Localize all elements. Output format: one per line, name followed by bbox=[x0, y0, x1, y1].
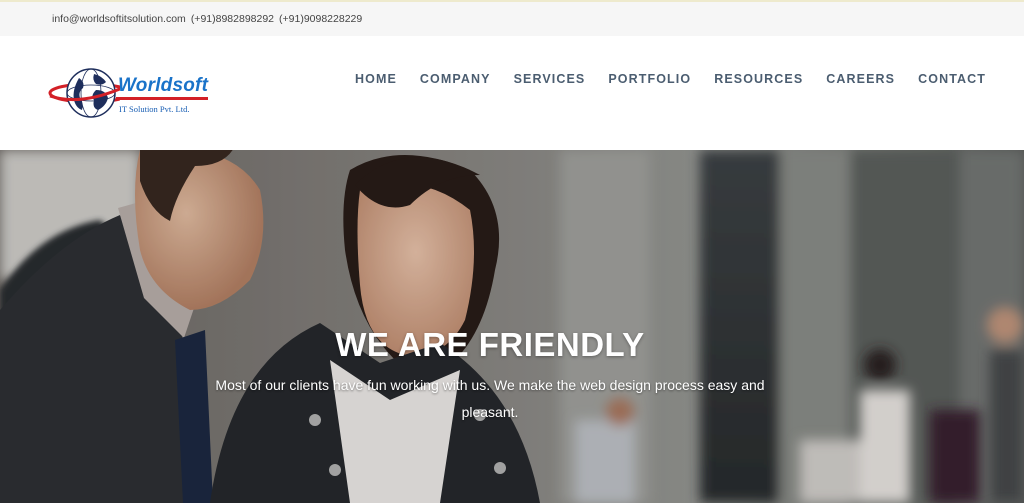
nav-contact[interactable]: CONTACT bbox=[918, 72, 986, 92]
top-contact-bar: info@worldsoftitsolution.com (+91)898289… bbox=[0, 0, 1024, 36]
nav-resources[interactable]: RESOURCES bbox=[714, 72, 803, 92]
contact-phone-2[interactable]: (+91)9098228229 bbox=[279, 13, 362, 25]
nav-careers[interactable]: CAREERS bbox=[826, 72, 895, 92]
contact-email[interactable]: info@worldsoftitsolution.com bbox=[52, 13, 186, 25]
logo-tagline: IT Solution Pvt. Ltd. bbox=[119, 104, 190, 114]
globe-icon bbox=[48, 68, 120, 118]
site-header: Worldsoft IT Solution Pvt. Ltd. HOME COM… bbox=[0, 36, 1024, 150]
nav-portfolio[interactable]: PORTFOLIO bbox=[608, 72, 691, 92]
logo-underline bbox=[116, 97, 208, 100]
nav-home[interactable]: HOME bbox=[355, 72, 397, 92]
site-logo[interactable]: Worldsoft IT Solution Pvt. Ltd. bbox=[48, 66, 218, 122]
logo-brand-name: Worldsoft bbox=[118, 75, 209, 96]
nav-services[interactable]: SERVICES bbox=[514, 72, 586, 92]
nav-company[interactable]: COMPANY bbox=[420, 72, 491, 92]
hero-title: WE ARE FRIENDLY bbox=[335, 326, 645, 363]
hero-description: Most of our clients have fun working wit… bbox=[215, 377, 765, 420]
main-navigation: HOME COMPANY SERVICES PORTFOLIO RESOURCE… bbox=[355, 72, 986, 92]
contact-phone-1[interactable]: (+91)8982898292 bbox=[191, 13, 274, 25]
hero-slider: WE ARE FRIENDLY Most of our clients have… bbox=[0, 150, 1024, 503]
